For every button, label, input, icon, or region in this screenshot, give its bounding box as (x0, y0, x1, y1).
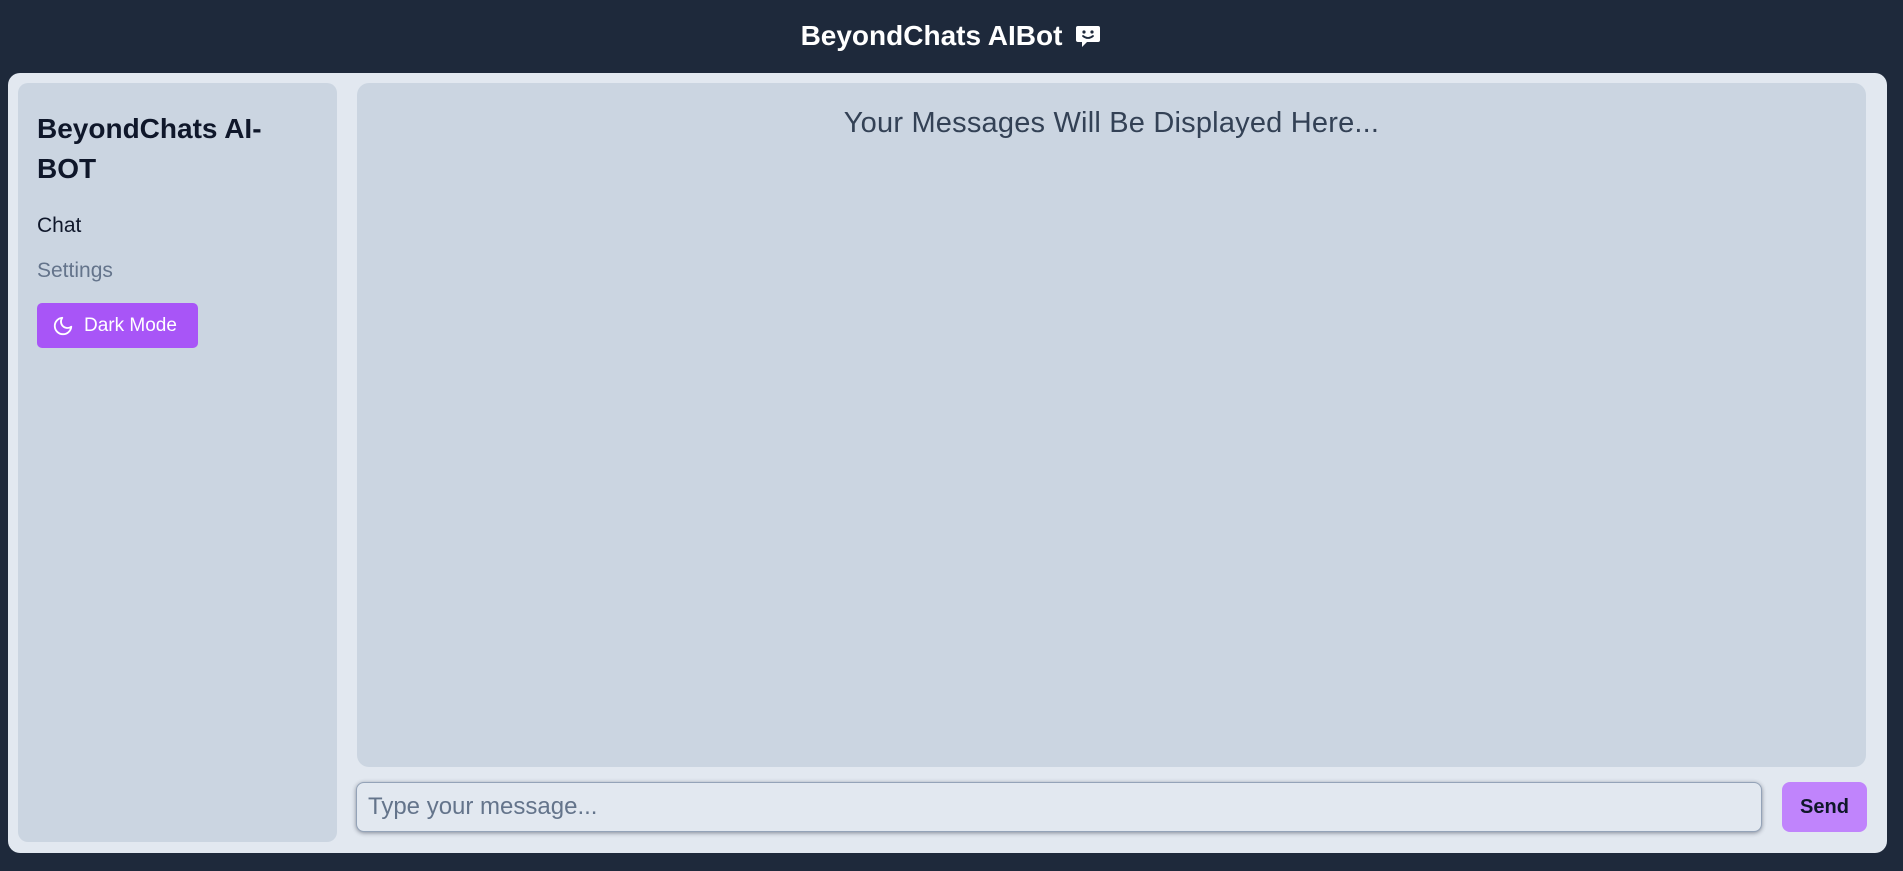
sidebar-nav: Chat Settings (37, 213, 318, 284)
moon-icon (52, 315, 74, 337)
sidebar: BeyondChats AI-BOT Chat Settings Dark Mo… (18, 83, 337, 842)
sidebar-item-chat[interactable]: Chat (37, 213, 318, 239)
message-input[interactable] (356, 782, 1762, 832)
send-button[interactable]: Send (1782, 782, 1867, 832)
sidebar-brand: BeyondChats AI-BOT (37, 113, 262, 184)
dark-mode-label: Dark Mode (84, 314, 177, 336)
messages-placeholder: Your Messages Will Be Displayed Here... (843, 107, 1380, 139)
app-frame: BeyondChats AI-BOT Chat Settings Dark Mo… (8, 73, 1887, 853)
dark-mode-button[interactable]: Dark Mode (37, 303, 198, 348)
sidebar-item-settings[interactable]: Settings (37, 258, 318, 284)
messages-panel: Your Messages Will Be Displayed Here... (357, 83, 1866, 767)
app-title: BeyondChats AIBot (800, 20, 1063, 51)
chat-bot-icon (1074, 22, 1102, 50)
app-header: BeyondChats AIBot (0, 0, 1903, 72)
